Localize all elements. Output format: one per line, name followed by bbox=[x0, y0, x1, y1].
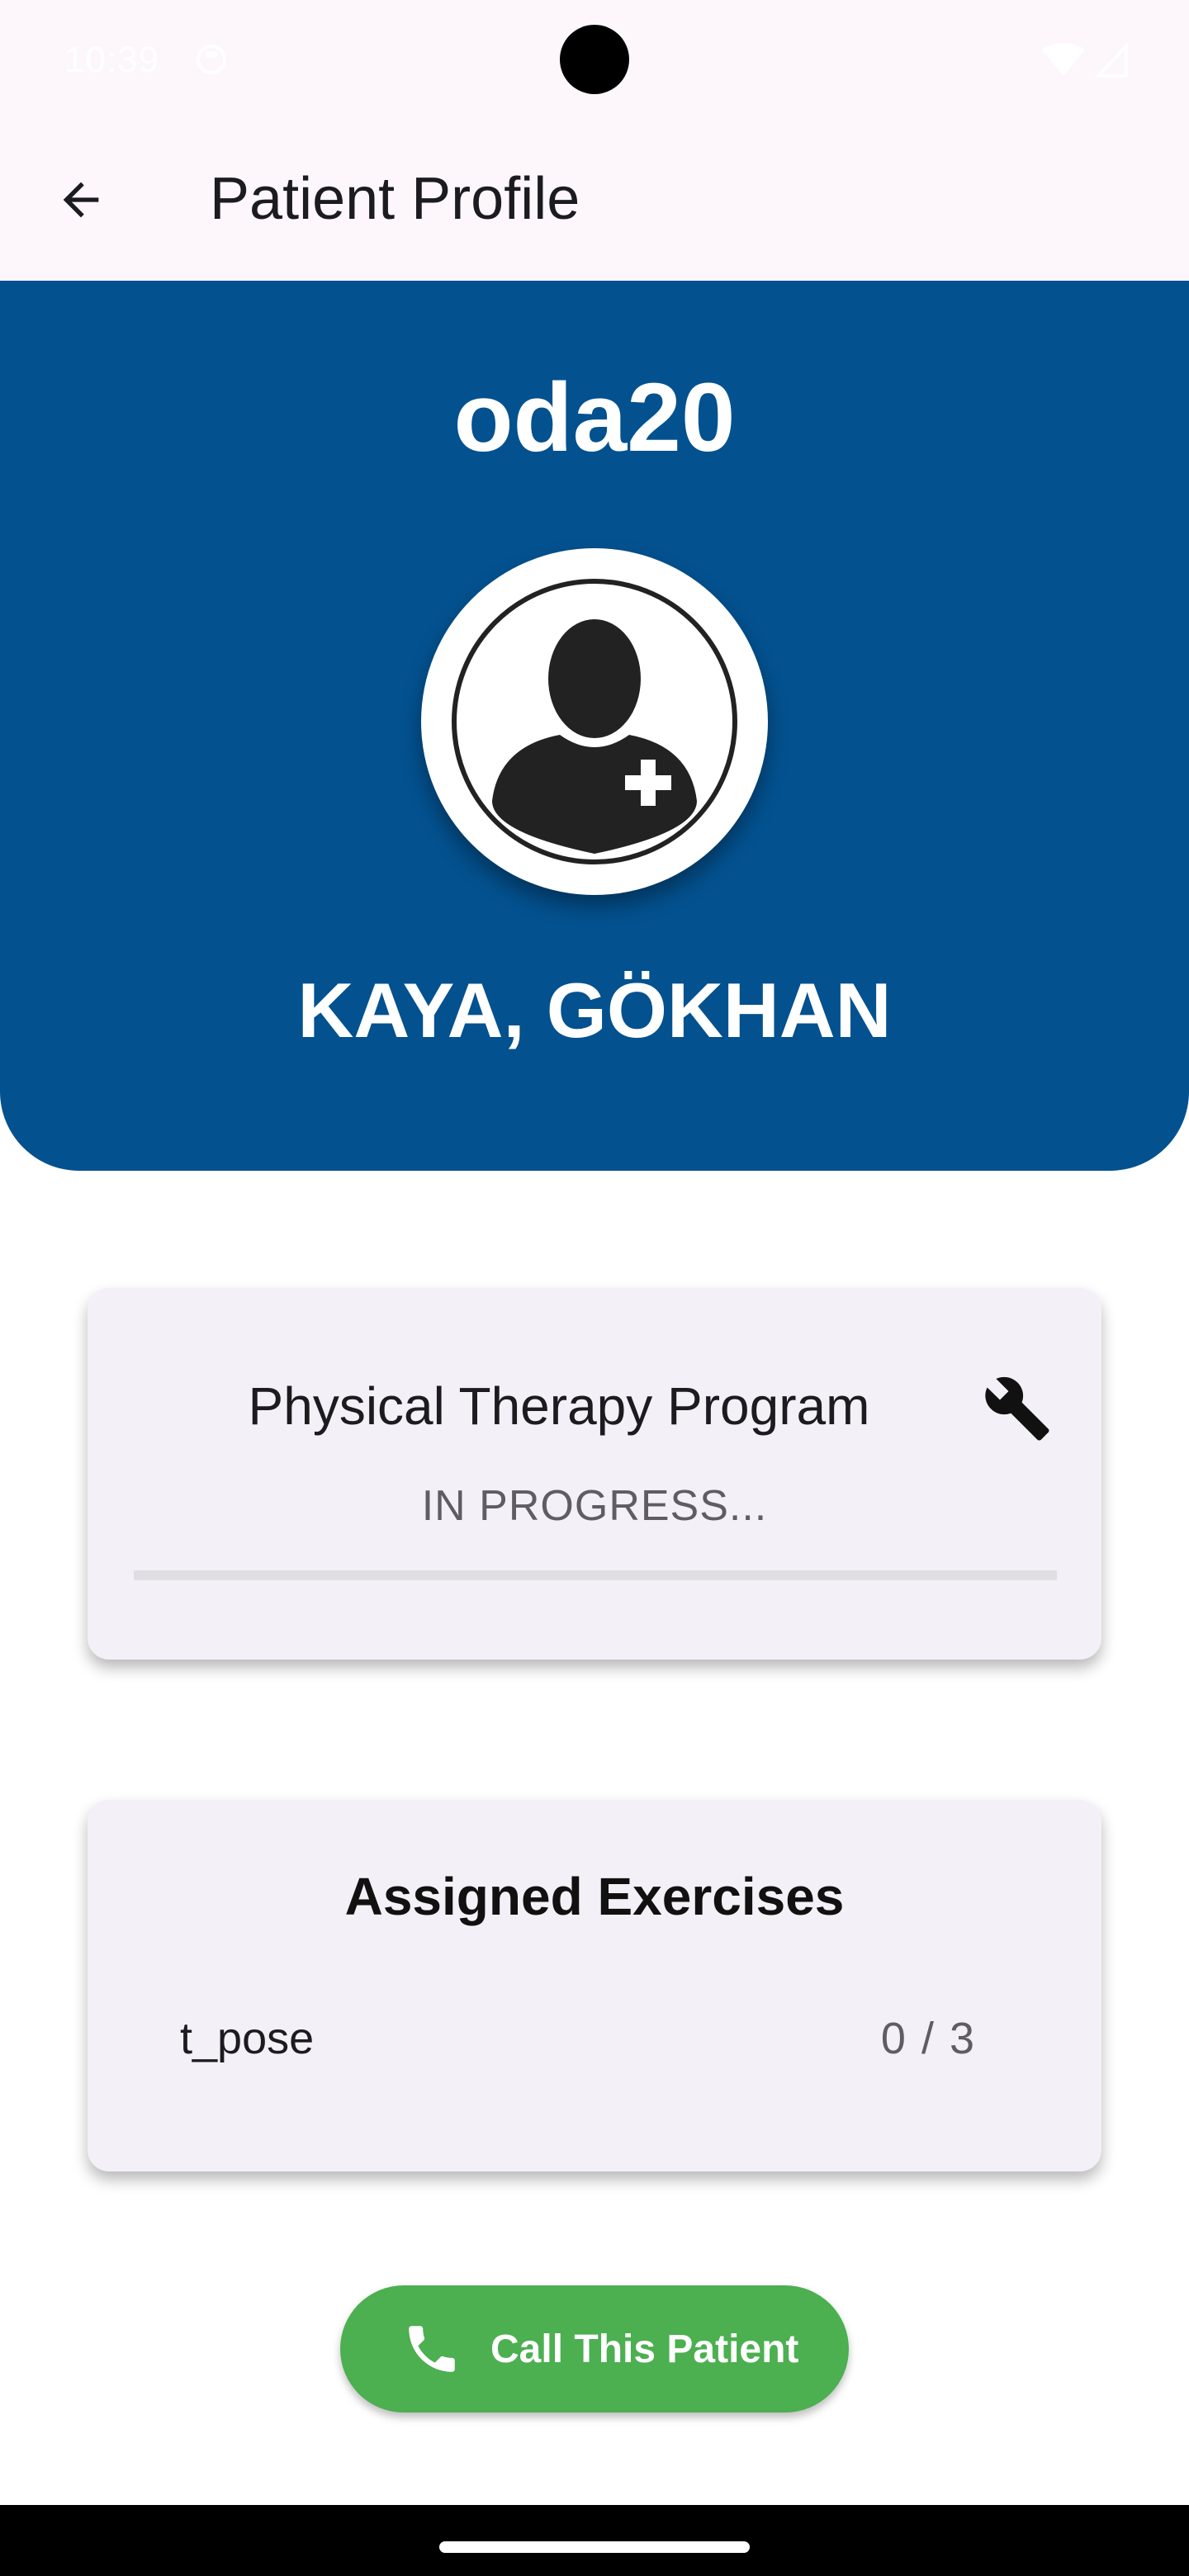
avatar bbox=[421, 548, 768, 895]
back-arrow-icon bbox=[63, 182, 99, 218]
room-label: oda20 bbox=[453, 363, 736, 472]
program-title: Physical Therapy Program bbox=[248, 1376, 870, 1436]
program-status: IN PROGRESS... bbox=[421, 1482, 768, 1530]
therapy-program-card: Physical Therapy Program IN PROGRESS... bbox=[88, 1288, 1101, 1660]
notification-app-icon bbox=[197, 45, 226, 74]
phone-icon bbox=[409, 2326, 455, 2372]
wifi-signal-icon bbox=[1042, 41, 1128, 78]
camera-cutout bbox=[560, 25, 629, 94]
exercise-name: t_pose bbox=[180, 2014, 315, 2063]
patient-name: KAYA, GÖKHAN bbox=[297, 967, 892, 1054]
exercise-count: 0 / 3 bbox=[880, 2014, 976, 2063]
program-progress-bar bbox=[134, 1570, 1057, 1580]
app-bar: Patient Profile bbox=[0, 119, 1189, 281]
patient-avatar-icon bbox=[452, 579, 737, 864]
system-nav-bar bbox=[0, 2505, 1189, 2576]
assigned-exercises-card: Assigned Exercises t_pose 0 / 3 bbox=[88, 1800, 1101, 2171]
patient-header: oda20 KAYA, GÖKHAN bbox=[0, 281, 1189, 1171]
edit-program-button[interactable] bbox=[978, 1369, 1057, 1448]
page-title: Patient Profile bbox=[210, 166, 580, 232]
wrench-icon bbox=[985, 1376, 1049, 1441]
exercises-title: Assigned Exercises bbox=[344, 1867, 845, 1926]
status-bar: 10:39 bbox=[0, 0, 1189, 119]
status-time: 10:39 bbox=[64, 40, 160, 80]
call-button-label: Call This Patient bbox=[490, 2327, 799, 2371]
call-patient-button[interactable]: Call This Patient bbox=[340, 2285, 849, 2413]
home-indicator[interactable] bbox=[439, 2541, 750, 2553]
back-button[interactable] bbox=[41, 160, 121, 239]
list-item[interactable]: t_pose 0 / 3 bbox=[180, 2013, 1072, 2079]
